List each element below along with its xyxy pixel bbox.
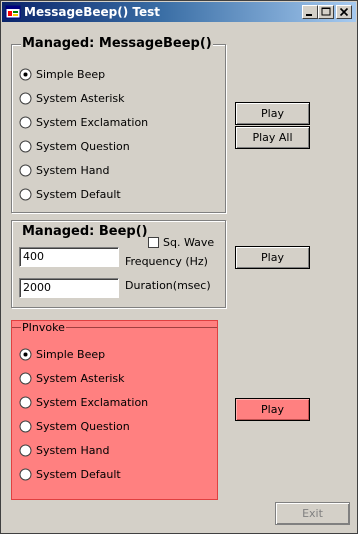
- minimize-button[interactable]: [302, 5, 318, 19]
- radio-label: System Exclamation: [36, 396, 149, 409]
- app-window-icon: [5, 4, 21, 20]
- radio-label: System Default: [36, 468, 121, 481]
- close-button[interactable]: [336, 5, 352, 19]
- radio-label: System Question: [36, 140, 130, 153]
- minimize-icon: [306, 14, 312, 16]
- radio-checked-icon: [19, 68, 32, 81]
- radio-unchecked-icon: [19, 396, 32, 409]
- radio-label: System Asterisk: [36, 92, 125, 105]
- pinvoke-group: PInvoke Simple Beep System Asterisk Syst…: [11, 320, 218, 500]
- managed-beep-title: Managed: Beep(): [21, 224, 149, 239]
- main-window: MessageBeep() Test Managed: MessageBeep(…: [0, 0, 358, 534]
- radio-unchecked-icon: [19, 372, 32, 385]
- radio-unchecked-icon: [19, 444, 32, 457]
- radio-checked-icon: [19, 348, 32, 361]
- radio-label: System Question: [36, 420, 130, 433]
- messagebeep-play-all-button[interactable]: Play All: [235, 126, 310, 149]
- checkbox-unchecked-icon: [148, 237, 159, 248]
- maximize-button[interactable]: [318, 5, 334, 19]
- managed-messagebeep-group: Managed: MessageBeep() Simple Beep Syste…: [11, 37, 226, 213]
- duration-input[interactable]: 2000: [19, 278, 119, 298]
- messagebeep-play-button[interactable]: Play: [235, 102, 310, 125]
- window-title: MessageBeep() Test: [24, 5, 160, 19]
- sq-wave-checkbox[interactable]: Sq. Wave: [148, 236, 220, 250]
- radio-label: System Default: [36, 188, 121, 201]
- managed-beep-group: Managed: Beep() Sq. Wave 400 Frequency (…: [11, 220, 226, 308]
- radio-label: Simple Beep: [36, 68, 106, 81]
- managed-messagebeep-title: Managed: MessageBeep(): [21, 36, 213, 51]
- radio-unchecked-icon: [19, 116, 32, 129]
- radio-label: System Exclamation: [36, 116, 149, 129]
- sq-wave-label: Sq. Wave: [163, 236, 215, 249]
- radio-unchecked-icon: [19, 92, 32, 105]
- frequency-label: Frequency (Hz): [125, 255, 208, 268]
- radio-label: System Hand: [36, 164, 110, 177]
- maximize-icon: [321, 7, 331, 16]
- radio-unchecked-icon: [19, 164, 32, 177]
- beep-play-button[interactable]: Play: [235, 246, 310, 269]
- radio-unchecked-icon: [19, 468, 32, 481]
- frequency-input[interactable]: 400: [19, 247, 119, 267]
- radio-unchecked-icon: [19, 188, 32, 201]
- duration-label: Duration(msec): [125, 279, 211, 292]
- exit-button[interactable]: Exit: [275, 502, 350, 525]
- title-bar[interactable]: MessageBeep() Test: [2, 2, 356, 22]
- close-icon: [339, 7, 349, 17]
- pinvoke-title: PInvoke: [21, 321, 66, 334]
- radio-label: System Hand: [36, 444, 110, 457]
- radio-label: Simple Beep: [36, 348, 106, 361]
- pinvoke-play-button[interactable]: Play: [235, 398, 310, 421]
- radio-unchecked-icon: [19, 140, 32, 153]
- radio-unchecked-icon: [19, 420, 32, 433]
- radio-label: System Asterisk: [36, 372, 125, 385]
